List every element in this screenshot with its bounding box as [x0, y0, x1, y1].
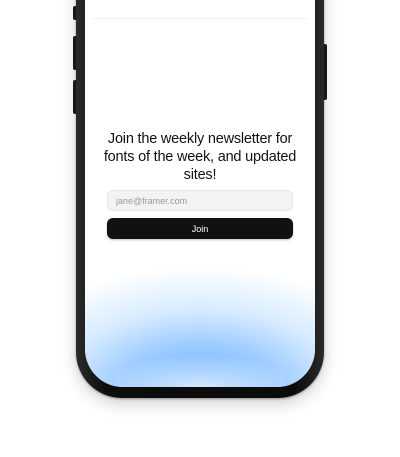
- newsletter-headline: Join the weekly newsletter for fonts of …: [103, 131, 297, 183]
- screen-divider: [93, 18, 307, 19]
- email-input[interactable]: [107, 190, 293, 211]
- join-button[interactable]: Join: [107, 218, 293, 239]
- newsletter-section: Join the weekly newsletter for fonts of …: [100, 130, 300, 184]
- glow-highlight: [115, 347, 285, 387]
- page: Join the weekly newsletter for fonts of …: [0, 0, 400, 457]
